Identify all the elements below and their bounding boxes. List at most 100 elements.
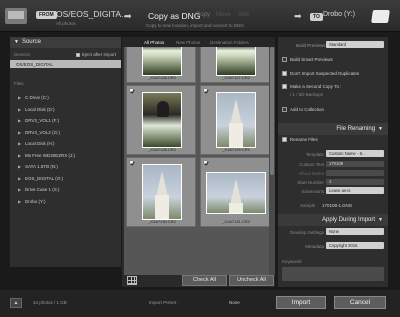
photo-thumbnail[interactable]: _X1A7127.CR2 — [200, 47, 270, 83]
mode-move[interactable]: Move — [216, 12, 231, 18]
extensions-select[interactable]: Leave as-is — [326, 187, 384, 194]
shoot-name-label: Shoot Name — [298, 171, 324, 176]
second-copy-path[interactable]: / 1 / 5D Backups — [290, 92, 323, 97]
steeple-shape — [230, 179, 242, 205]
source-name[interactable]: OS/EOS_DIGITA... — [56, 9, 128, 19]
triangle-right-icon[interactable]: ▶ — [18, 118, 21, 123]
template-label: Template — [305, 152, 324, 157]
to-badge: TO — [310, 13, 323, 21]
collapse-toggle-button[interactable]: ▲ — [10, 298, 22, 308]
photo-thumbnail[interactable]: _X1A7130.CR2 — [126, 157, 196, 227]
thumbnail-caption: _X1A7127.CR2 — [222, 75, 250, 80]
thumbnail-caption: _X1A7130.CR2 — [148, 219, 176, 224]
thumbnail-checkbox[interactable] — [203, 88, 209, 94]
template-select[interactable]: Custom Name - S... — [326, 150, 384, 157]
uncheck-all-button[interactable]: Uncheck All — [229, 275, 274, 286]
second-copy-checkbox[interactable] — [282, 84, 287, 89]
triangle-right-icon[interactable]: ▶ — [18, 164, 21, 169]
thumbnail-caption: _X1A7126.CR2 — [148, 75, 176, 80]
apply-during-import-header[interactable]: Apply During Import ▼ — [278, 214, 388, 226]
right-arrow-icon: ➡ — [124, 11, 132, 21]
settings-panel: Build Previews Standard Build Smart Prev… — [278, 37, 388, 287]
file-drive-item[interactable]: ▶ Drobo (Y:) — [10, 196, 121, 206]
eject-label: Eject after import — [82, 52, 117, 57]
tab-new-photos[interactable]: New Photos — [176, 40, 200, 45]
file-drive-item[interactable]: ▶ C Drive (C:) — [10, 92, 121, 102]
steeple-shape — [156, 171, 168, 197]
mode-copy-as-dng[interactable]: Copy as DNG — [148, 11, 200, 21]
destination-name[interactable]: Drobo (Y:) — [323, 11, 355, 18]
file-drive-item[interactable]: ▶ Ms Free WD30EZRX (J:) — [10, 150, 121, 160]
thumbnail-checkbox[interactable] — [129, 160, 135, 166]
mode-add[interactable]: Add — [238, 12, 249, 18]
extensions-label: Extensions — [301, 189, 324, 194]
add-collection-label: Add to Collection — [290, 107, 325, 112]
triangle-right-icon[interactable]: ▶ — [18, 107, 21, 112]
thumbnail-checkbox[interactable] — [203, 160, 209, 166]
thumbnail-area: All Photos New Photos Destination Folder… — [122, 37, 275, 287]
triangle-right-icon[interactable]: ▶ — [18, 130, 21, 135]
file-drive-item[interactable]: ▶ Drive Case 1 (S:) — [10, 184, 121, 194]
check-all-button[interactable]: Check All — [182, 275, 227, 286]
photo-thumbnail[interactable]: _X1A7128.CR2 — [126, 85, 196, 155]
metadata-select[interactable]: Copyright 2016 — [326, 242, 384, 249]
thumbnail-grid[interactable]: _X1A7126.CR2 _X1A7127.CR2 _X1A7128.CR2 _X1A… — [124, 47, 273, 275]
file-drive-item[interactable]: ▶ DRV3_VOL1 (F:) — [10, 115, 121, 125]
import-preset-select[interactable]: None — [229, 300, 240, 305]
triangle-right-icon[interactable]: ▶ — [18, 95, 21, 100]
photo-thumbnail[interactable]: _X1A7126.CR2 — [126, 47, 196, 83]
file-drive-label: EOS_DIGITAL (O:) — [25, 175, 64, 181]
cancel-button[interactable]: Cancel — [334, 296, 386, 309]
build-smart-checkbox[interactable] — [282, 57, 287, 62]
keywords-label: Keywords — [282, 259, 302, 264]
import-preset-label: Import Preset : — [149, 300, 179, 305]
tab-destination-folders[interactable]: Destination Folders — [210, 40, 249, 45]
hard-drive-icon — [371, 10, 390, 23]
keywords-field[interactable] — [282, 267, 384, 281]
custom-text-field[interactable]: 170108 — [326, 161, 384, 167]
file-drive-item[interactable]: ▶ SATA 1.5TB (N:) — [10, 161, 121, 171]
file-drive-item[interactable]: ▶ DRV3_VOL2 (G:) — [10, 127, 121, 137]
grid-scroll-thumb[interactable] — [270, 47, 274, 175]
file-drive-label: DRV3_VOL2 (G:) — [25, 129, 60, 135]
eject-checkbox[interactable] — [76, 53, 80, 57]
build-previews-label: Build Previews — [296, 43, 326, 48]
files-label: Files — [14, 81, 24, 86]
triangle-right-icon[interactable]: ▶ — [18, 153, 21, 158]
file-drive-item[interactable]: ▶ EOS_DIGITAL (O:) — [10, 173, 121, 183]
add-collection-checkbox[interactable] — [282, 107, 287, 112]
tab-all-photos[interactable]: All Photos — [144, 40, 164, 45]
triangle-right-icon[interactable]: ▶ — [18, 176, 21, 181]
file-drive-item[interactable]: ▶ Local Disk (H:) — [10, 138, 121, 148]
build-previews-select[interactable]: Standard — [326, 41, 384, 48]
triangle-right-icon[interactable]: ▶ — [18, 187, 21, 192]
file-drive-item[interactable]: ▶ Local Disk (D:) — [10, 104, 121, 114]
grid-view-icon[interactable] — [127, 276, 137, 285]
import-button[interactable]: Import — [276, 296, 326, 309]
thumbnail-checkbox[interactable] — [129, 88, 135, 94]
file-drive-label: Drobo (Y:) — [25, 198, 46, 204]
develop-settings-select[interactable]: None — [326, 228, 384, 235]
photo-image — [216, 92, 256, 148]
photo-thumbnail[interactable]: _X1A7131.CR2 — [200, 157, 270, 227]
second-copy-label: Make a Second Copy To : — [290, 84, 342, 89]
source-subtitle: All photos — [56, 21, 76, 26]
source-title: Source — [21, 39, 41, 45]
photo-thumbnail[interactable]: _X1A7129.CR2 — [200, 85, 270, 155]
file-drive-label: DRV3_VOL1 (F:) — [25, 118, 60, 123]
triangle-down-icon: ▼ — [378, 217, 383, 223]
develop-settings-label: Develop Settings — [289, 230, 324, 235]
mode-copy[interactable]: Copy — [196, 12, 210, 18]
source-header[interactable]: ▼ Source — [10, 37, 121, 48]
triangle-right-icon[interactable]: ▶ — [18, 199, 21, 204]
start-number-field[interactable]: 1 — [326, 179, 384, 185]
device-item-selected[interactable]: OS/EOS_DIGITAL — [10, 60, 121, 68]
file-renaming-header[interactable]: File Renaming ▼ — [278, 123, 388, 135]
file-drive-label: SATA 1.5TB (N:) — [25, 164, 58, 169]
source-card-icon[interactable] — [5, 8, 27, 24]
rename-files-checkbox[interactable] — [282, 137, 287, 142]
apply-during-import-title: Apply During Import — [322, 217, 376, 223]
dont-import-dupes-checkbox[interactable] — [282, 71, 287, 76]
triangle-right-icon[interactable]: ▶ — [18, 141, 21, 146]
shoot-name-field[interactable] — [326, 170, 384, 176]
